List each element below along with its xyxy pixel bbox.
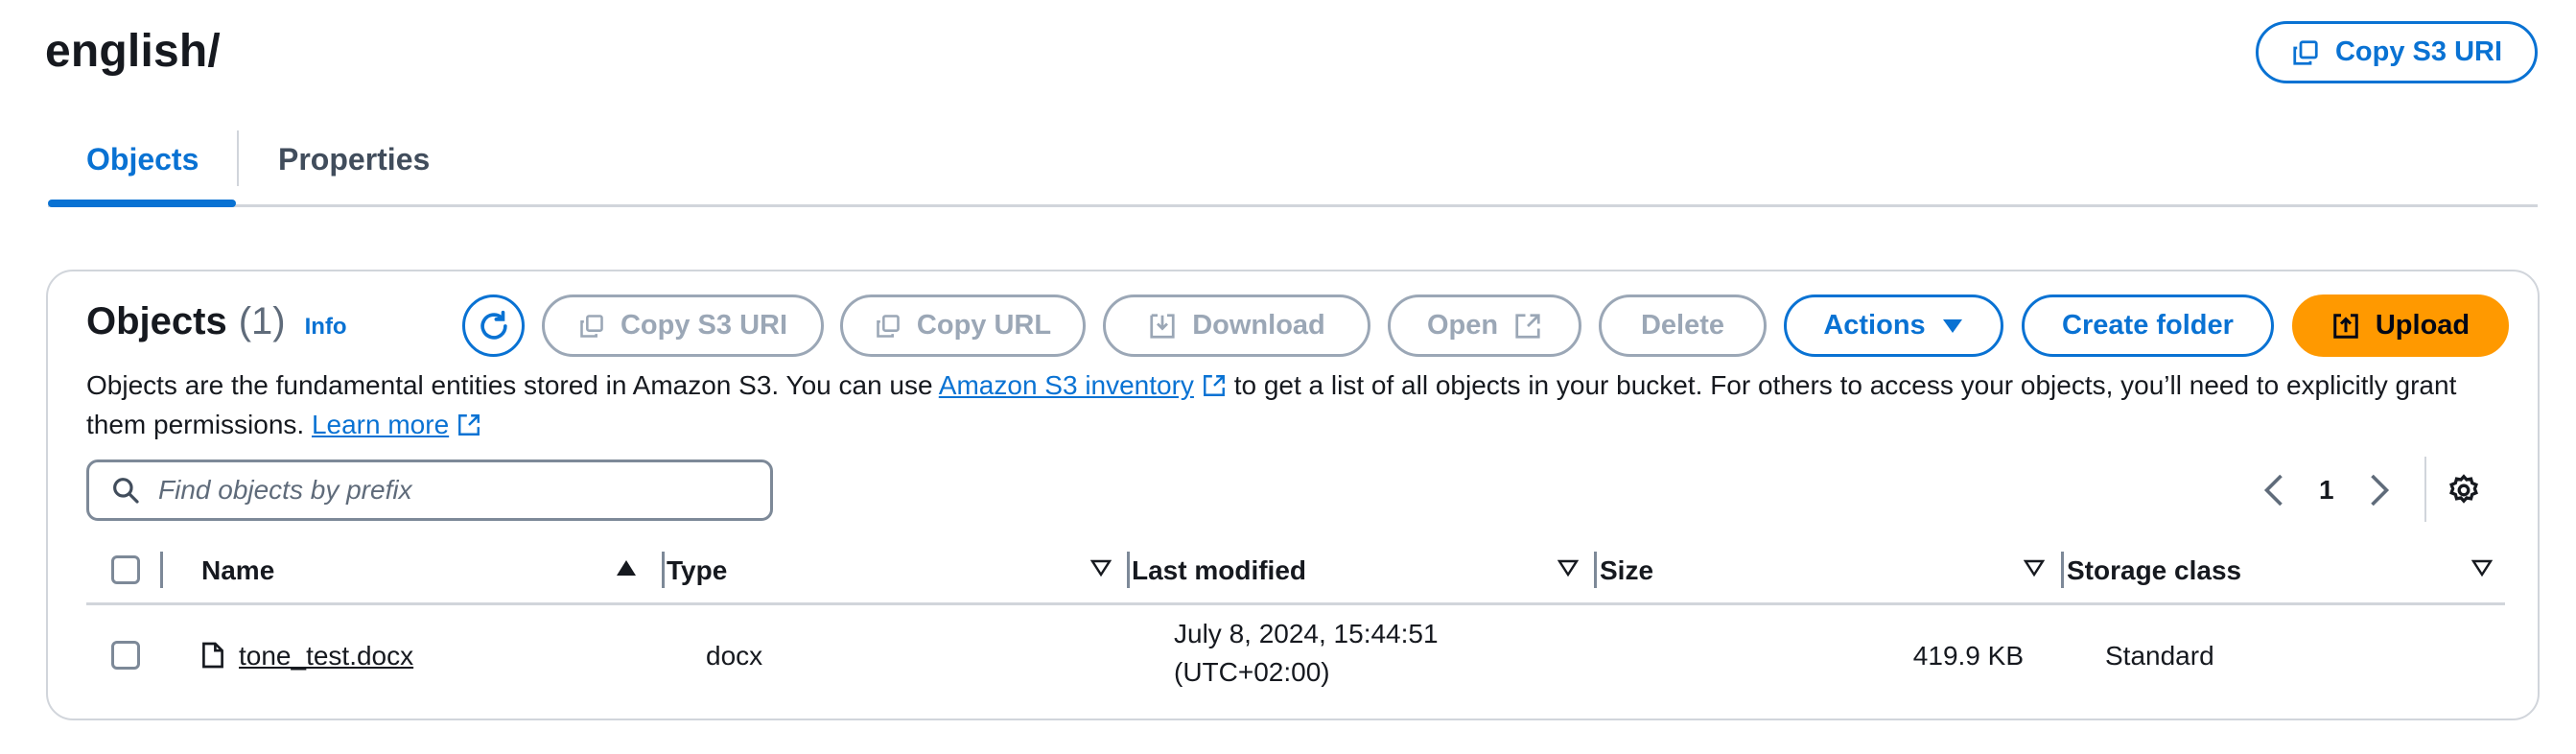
open-button-label: Open	[1426, 310, 1499, 341]
upload-button-label: Upload	[2375, 310, 2471, 341]
objects-count: (1)	[238, 300, 286, 342]
objects-description: Objects are the fundamental entities sto…	[86, 365, 2513, 444]
object-last-modified-line2: (UTC+02:00)	[1174, 657, 1330, 687]
delete-button-label: Delete	[1640, 310, 1725, 341]
external-link-icon	[1203, 375, 1225, 396]
objects-panel: Objects (1) Info Copy S3 URI Copy URL Do…	[46, 270, 2540, 720]
column-divider[interactable]	[2061, 552, 2064, 588]
column-divider[interactable]	[1594, 552, 1597, 588]
external-link-icon	[1515, 313, 1540, 339]
pagination: 1	[2263, 459, 2390, 521]
active-tab-indicator	[48, 200, 236, 207]
sort-ascending-icon[interactable]	[616, 559, 637, 577]
refresh-icon	[480, 310, 507, 340]
learn-more-link[interactable]: Learn more	[312, 410, 449, 439]
create-folder-button-label: Create folder	[2062, 310, 2234, 341]
s3-inventory-link[interactable]: Amazon S3 inventory	[939, 370, 1194, 400]
tab-objects[interactable]: Objects	[86, 142, 199, 177]
search-icon	[113, 478, 139, 504]
column-header-name[interactable]: Name	[201, 555, 274, 586]
object-name-link[interactable]: tone_test.docx	[239, 641, 413, 672]
copy-icon	[877, 314, 900, 338]
info-link[interactable]: Info	[305, 314, 347, 341]
refresh-button[interactable]	[462, 295, 525, 357]
file-icon	[202, 642, 223, 669]
object-last-modified-line1: July 8, 2024, 15:44:51	[1174, 619, 1439, 648]
sort-descending-outline-icon[interactable]	[1090, 559, 1112, 577]
download-button[interactable]: Download	[1103, 295, 1370, 357]
download-button-label: Download	[1192, 310, 1325, 341]
actions-button-label: Actions	[1823, 310, 1926, 341]
upload-icon	[2333, 313, 2358, 339]
upload-button[interactable]: Upload	[2292, 295, 2509, 357]
column-divider	[160, 552, 163, 588]
chevron-left-icon[interactable]	[2263, 473, 2284, 507]
objects-panel-title: Objects	[86, 300, 227, 342]
copy-s3-uri-label: Copy S3 URI	[2334, 36, 2503, 67]
object-storage-class: Standard	[2105, 641, 2214, 671]
column-header-type-label: Type	[667, 555, 728, 585]
tab-bar: Objects Properties	[48, 129, 2538, 207]
search-box	[86, 459, 773, 521]
column-header-size[interactable]: Size	[1600, 555, 1653, 586]
select-all-checkbox[interactable]	[111, 555, 140, 584]
delete-button[interactable]: Delete	[1599, 295, 1767, 357]
sort-descending-outline-icon[interactable]	[1557, 559, 1579, 577]
actions-dropdown-button[interactable]: Actions	[1784, 295, 2003, 357]
copy-url-button[interactable]: Copy URL	[840, 295, 1086, 357]
copy-s3-uri-button[interactable]: Copy S3 URI	[542, 295, 824, 357]
object-type: docx	[706, 641, 763, 671]
current-page-number[interactable]: 1	[2319, 475, 2334, 506]
copy-s3-uri-header-button[interactable]: Copy S3 URI	[2256, 21, 2538, 83]
object-size: 419.9 KB	[1912, 641, 2024, 671]
page-title: english/	[45, 26, 221, 77]
table-header: Name Type Last modified Size Storage cla…	[86, 548, 2505, 605]
row-checkbox[interactable]	[111, 641, 140, 670]
sort-descending-outline-icon[interactable]	[2024, 559, 2045, 577]
caret-down-icon	[1942, 318, 1962, 333]
copy-icon	[580, 314, 603, 338]
settings-icon[interactable]	[2447, 473, 2481, 507]
column-header-last-modified[interactable]: Last modified	[1132, 555, 1306, 586]
external-link-icon	[458, 414, 480, 436]
download-icon	[1150, 313, 1175, 339]
create-folder-button[interactable]: Create folder	[2022, 295, 2274, 357]
objects-panel-heading: Objects (1) Info	[86, 300, 347, 343]
tab-properties[interactable]: Properties	[278, 142, 430, 177]
column-header-storage-class[interactable]: Storage class	[2067, 555, 2241, 586]
pagination-divider	[2424, 457, 2426, 522]
copy-url-button-label: Copy URL	[916, 310, 1052, 341]
search-input[interactable]	[158, 475, 734, 506]
sort-descending-outline-icon[interactable]	[2471, 559, 2493, 577]
description-text-1: Objects are the fundamental entities sto…	[86, 370, 939, 400]
column-divider[interactable]	[662, 552, 665, 588]
column-divider[interactable]	[1127, 552, 1130, 588]
copy-s3-uri-button-label: Copy S3 URI	[620, 310, 788, 341]
tab-divider	[237, 130, 239, 186]
open-button[interactable]: Open	[1388, 295, 1581, 357]
table-row: tone_test.docx docx July 8, 2024, 15:44:…	[86, 607, 2505, 703]
copy-icon	[2293, 39, 2318, 65]
chevron-right-icon[interactable]	[2369, 473, 2390, 507]
